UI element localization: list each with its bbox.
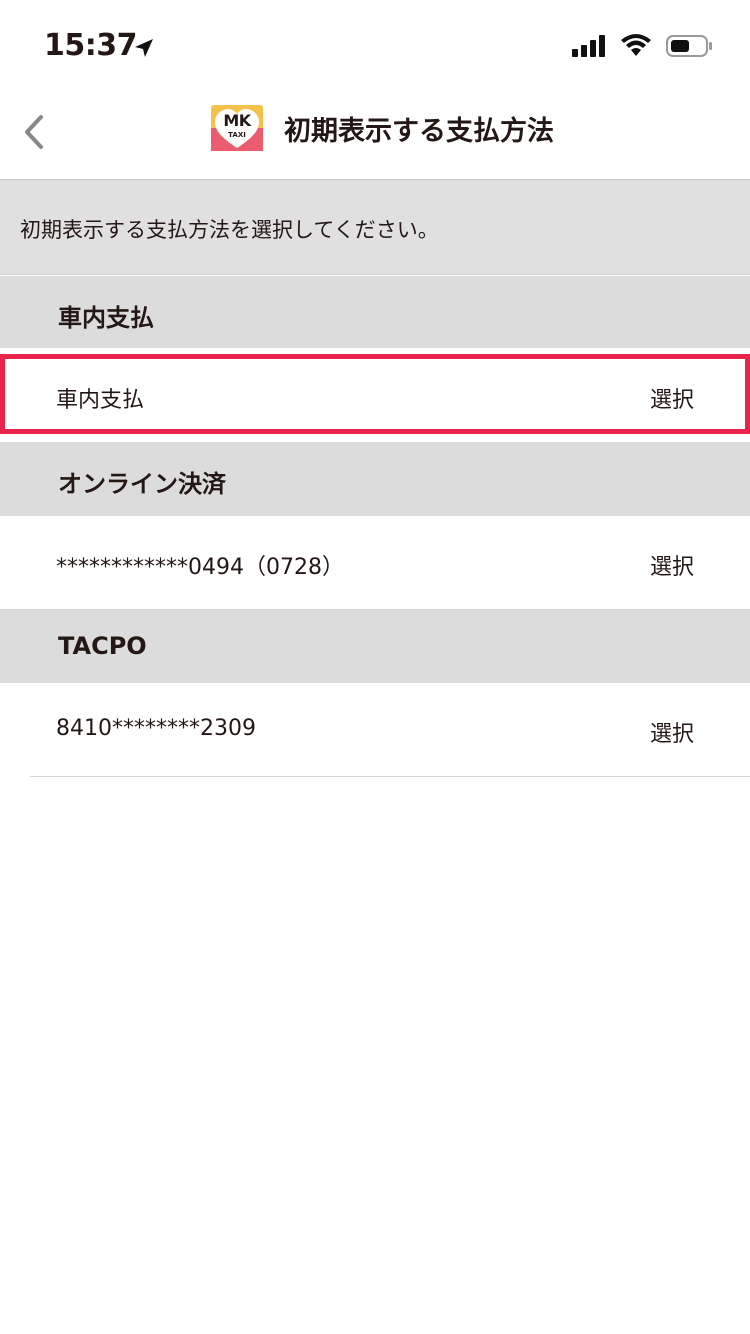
row-divider bbox=[30, 776, 750, 777]
select-button[interactable]: 選択 bbox=[650, 382, 694, 414]
payment-label: ************0494（0728） bbox=[56, 555, 344, 580]
payment-row-tacpo[interactable]: 8410********2309 選択 bbox=[0, 683, 750, 775]
chevron-left-icon bbox=[21, 114, 47, 154]
page-title: 初期表示する支払方法 bbox=[284, 115, 554, 147]
select-button[interactable]: 選択 bbox=[650, 716, 694, 748]
navigation-bar: MK TAXI 初期表示する支払方法 bbox=[0, 90, 750, 180]
description-banner: 初期表示する支払方法を選択してください。 bbox=[0, 180, 750, 275]
section-header-tacpo: TACPO bbox=[0, 609, 750, 683]
section-header-label: TACPO bbox=[58, 632, 147, 660]
payment-label: 車内支払 bbox=[56, 388, 145, 413]
status-bar: 15:37 bbox=[0, 0, 750, 90]
battery-icon bbox=[666, 34, 714, 62]
logo-text: MK bbox=[223, 111, 251, 130]
section-header-label: 車内支払 bbox=[58, 304, 154, 332]
logo-subtext: TAXI bbox=[228, 131, 246, 139]
payment-row-in-car[interactable]: 車内支払 選択 bbox=[0, 354, 750, 434]
select-button[interactable]: 選択 bbox=[650, 549, 694, 581]
back-button[interactable] bbox=[14, 108, 54, 160]
location-arrow-icon bbox=[132, 36, 156, 64]
payment-row-online[interactable]: ************0494（0728） 選択 bbox=[0, 516, 750, 608]
payment-label: 8410********2309 bbox=[56, 716, 256, 741]
description-text: 初期表示する支払方法を選択してください。 bbox=[20, 218, 439, 242]
section-header-label: オンライン決済 bbox=[58, 470, 226, 498]
section-header-online: オンライン決済 bbox=[0, 442, 750, 516]
wifi-icon bbox=[620, 34, 652, 62]
mk-taxi-logo: MK TAXI bbox=[210, 104, 264, 152]
status-time: 15:37 bbox=[44, 28, 138, 63]
signal-icon bbox=[572, 35, 606, 61]
section-header-in-car: 車内支払 bbox=[0, 276, 750, 348]
